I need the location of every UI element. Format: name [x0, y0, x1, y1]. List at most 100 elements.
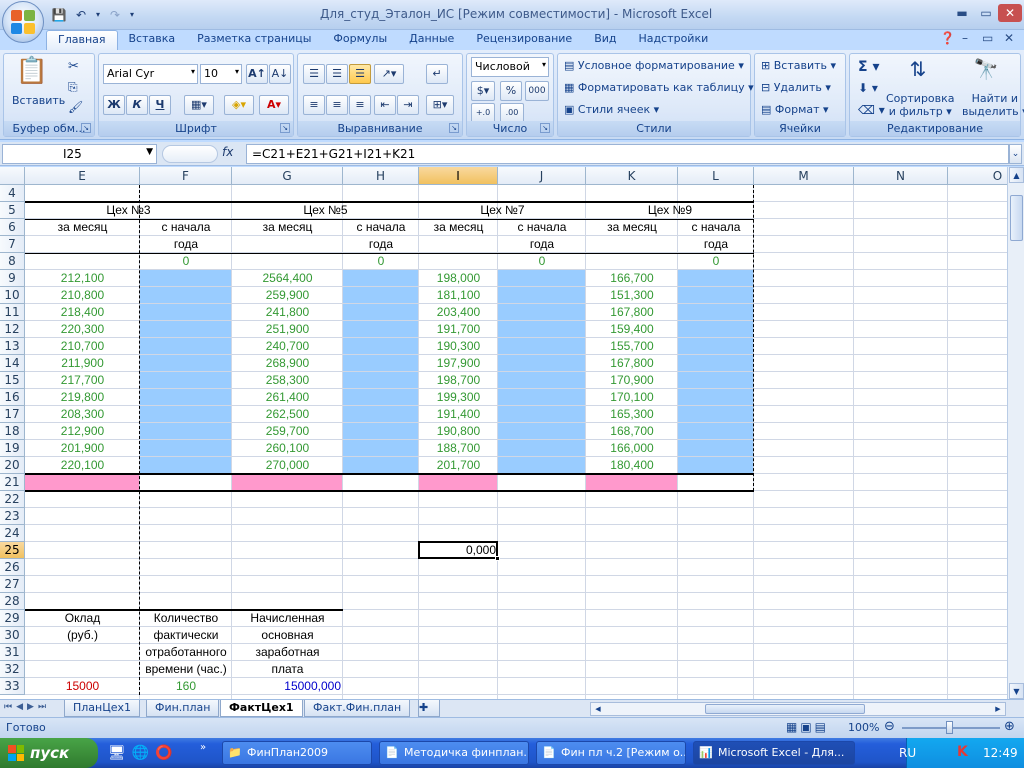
data-cell-i16[interactable]: 199,300	[419, 389, 498, 406]
font-color-icon[interactable]: A▾	[259, 95, 289, 115]
save-icon[interactable]: 💾	[50, 6, 68, 24]
data-cell-e17[interactable]: 208,300	[25, 406, 140, 423]
row-header-9[interactable]: 9	[0, 270, 25, 287]
data-cell-g16[interactable]: 261,400	[232, 389, 343, 406]
data-cell-k15[interactable]: 170,900	[586, 372, 678, 389]
data-cell-i19[interactable]: 188,700	[419, 440, 498, 457]
data-cell-k17[interactable]: 165,300	[586, 406, 678, 423]
salary-header-oklad[interactable]: (руб.)	[25, 627, 140, 644]
data-cell-e16[interactable]: 219,800	[25, 389, 140, 406]
borders-icon[interactable]: ▦▾	[184, 95, 214, 115]
scroll-down-icon[interactable]: ▼	[1009, 683, 1024, 699]
autosum-button[interactable]: Σ ▾	[858, 59, 879, 75]
header-year[interactable]: года	[140, 236, 232, 253]
vertical-scrollbar[interactable]: ▲ ▼	[1007, 167, 1024, 699]
data-cell-k20[interactable]: 180,400	[586, 457, 678, 474]
cell-styles-button[interactable]: ▣ Стили ячеек ▾	[564, 103, 659, 116]
column-header-o[interactable]: O	[948, 167, 1007, 185]
sheet-tab-faktceh1[interactable]: ФактЦех1	[220, 700, 303, 717]
data-cell-g12[interactable]: 251,900	[232, 321, 343, 338]
delete-cells-button[interactable]: ⊟ Удалить ▾	[761, 81, 831, 94]
wrap-text-icon[interactable]: ↵	[426, 64, 448, 84]
select-all-corner[interactable]	[0, 167, 25, 185]
column-header-k[interactable]: K	[586, 167, 678, 185]
data-cell-e19[interactable]: 201,900	[25, 440, 140, 457]
data-cell-e14[interactable]: 211,900	[25, 355, 140, 372]
data-cell-k9[interactable]: 166,700	[586, 270, 678, 287]
salary-oklad-value[interactable]: 15000	[25, 678, 140, 695]
format-painter-icon[interactable]: 🖌	[68, 100, 83, 114]
row-header-32[interactable]: 32	[0, 661, 25, 678]
column-header-m[interactable]: M	[754, 167, 854, 185]
row-header-33[interactable]: 33	[0, 678, 25, 695]
currency-icon[interactable]: $▾	[471, 81, 495, 101]
row-header-12[interactable]: 12	[0, 321, 25, 338]
help-icon[interactable]: ❓	[940, 31, 955, 45]
taskbar-finpl[interactable]: 📄 Фин пл ч.2 [Режим о...	[536, 741, 686, 765]
data-cell-i18[interactable]: 190,800	[419, 423, 498, 440]
header-shop7[interactable]: Цех №7	[419, 202, 586, 219]
taskbar-finplan2009[interactable]: 📁 ФинПлан2009	[222, 741, 372, 765]
undo-icon[interactable]: ↶	[72, 6, 90, 24]
language-indicator[interactable]: RU	[899, 746, 916, 760]
grow-font-icon[interactable]: A↑	[246, 64, 268, 84]
salary-header-hours[interactable]: времени (час.)	[140, 661, 232, 678]
font-size-box[interactable]: 10 ▾	[200, 64, 242, 84]
row-header-29[interactable]: 29	[0, 610, 25, 627]
fill-icon[interactable]: ⬇ ▾	[858, 81, 878, 95]
cell-f8[interactable]: 0	[140, 253, 232, 270]
data-cell-e18[interactable]: 212,900	[25, 423, 140, 440]
decrease-decimal-icon[interactable]: .00	[500, 103, 524, 123]
align-bottom-icon[interactable]: ☰	[349, 64, 371, 84]
taskbar-metodichka[interactable]: 📄 Методичка финплан...	[379, 741, 529, 765]
column-header-l[interactable]: L	[678, 167, 754, 185]
salary-pay-value[interactable]: 15000,000	[232, 678, 343, 695]
start-button[interactable]: пуск	[0, 738, 98, 768]
row-header-25[interactable]: 25	[0, 542, 25, 559]
paste-icon[interactable]: 📋	[14, 58, 50, 84]
sheet-nav-icons[interactable]: ⏮◀▶⏭	[4, 702, 50, 712]
data-cell-e10[interactable]: 210,800	[25, 287, 140, 304]
data-cell-k19[interactable]: 166,000	[586, 440, 678, 457]
header-per-month[interactable]: за месяц	[586, 219, 678, 236]
header-per-month[interactable]: за месяц	[25, 219, 140, 236]
sheet-tab-finplan[interactable]: Фин.план	[146, 700, 220, 717]
ribbon-minimize-icon[interactable]: –	[962, 31, 968, 45]
sort-filter-button[interactable]: Сортировка и фильтр ▾	[886, 92, 955, 118]
row-header-5[interactable]: 5	[0, 202, 25, 219]
data-cell-i12[interactable]: 191,700	[419, 321, 498, 338]
cell-i25-value[interactable]: 0,000	[419, 542, 498, 559]
row-header-17[interactable]: 17	[0, 406, 25, 423]
cell-l8[interactable]: 0	[678, 253, 754, 270]
data-cell-k10[interactable]: 151,300	[586, 287, 678, 304]
salary-header-oklad[interactable]: Оклад	[25, 610, 140, 627]
header-per-month[interactable]: за месяц	[232, 219, 343, 236]
maximize-icon[interactable]: ▭	[974, 4, 998, 22]
salary-header-pay[interactable]: плата	[232, 661, 343, 678]
taskbar-excel[interactable]: 📊 Microsoft Excel - Для...	[693, 741, 855, 765]
expand-formula-bar-icon[interactable]: ⌄	[1009, 144, 1022, 164]
tab-addins[interactable]: Надстройки	[628, 30, 720, 50]
zoom-level[interactable]: 100%	[848, 721, 879, 734]
ribbon-restore-icon[interactable]: ▭	[982, 31, 993, 45]
data-cell-g17[interactable]: 262,500	[232, 406, 343, 423]
tab-insert[interactable]: Вставка	[118, 30, 187, 50]
scroll-left-icon[interactable]: ◀	[591, 703, 605, 715]
header-year[interactable]: года	[678, 236, 754, 253]
clear-icon[interactable]: ⌫ ▾	[858, 103, 885, 117]
data-cell-e15[interactable]: 217,700	[25, 372, 140, 389]
header-since-start[interactable]: с начала	[678, 219, 754, 236]
zoom-in-icon[interactable]: ⊕	[1004, 719, 1015, 734]
data-cell-e12[interactable]: 220,300	[25, 321, 140, 338]
increase-indent-icon[interactable]: ⇥	[397, 95, 419, 115]
zoom-out-icon[interactable]: ⊖	[884, 719, 895, 734]
data-cell-i17[interactable]: 191,400	[419, 406, 498, 423]
name-box-dropdown-icon[interactable]: ▼	[146, 147, 153, 157]
antivirus-icon[interactable]: K	[957, 744, 968, 760]
row-header-28[interactable]: 28	[0, 593, 25, 610]
horizontal-scrollbar[interactable]: ◀ ▶	[590, 702, 1006, 716]
scroll-thumb[interactable]	[1010, 195, 1023, 241]
row-header-20[interactable]: 20	[0, 457, 25, 474]
data-cell-k13[interactable]: 155,700	[586, 338, 678, 355]
percent-button[interactable]: %	[500, 81, 522, 101]
